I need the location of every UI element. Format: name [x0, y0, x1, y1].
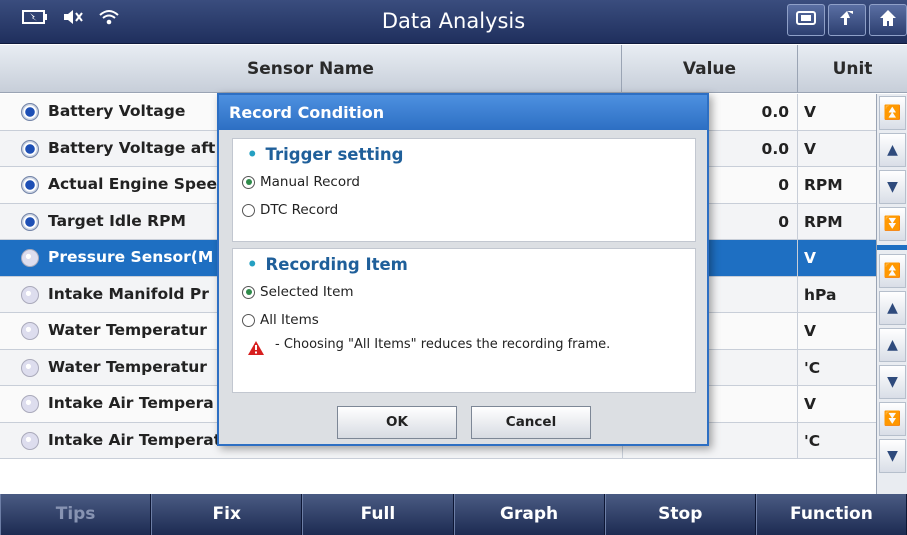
sensor-unit: V — [804, 322, 816, 340]
radio-icon[interactable] — [242, 203, 255, 217]
stop-button[interactable]: Stop — [604, 494, 756, 535]
scroll-down-button[interactable]: ▼ — [879, 170, 906, 204]
chevron-down-icon: ▼ — [887, 448, 898, 464]
radio-icon[interactable] — [21, 139, 39, 158]
dtc-record-option[interactable]: DTC Record — [242, 202, 338, 218]
double-chevron-up-icon: ⏫ — [883, 105, 902, 121]
scroll-up-button-2[interactable]: ▲ — [879, 291, 906, 325]
radio-icon[interactable] — [242, 175, 255, 189]
home-icon — [878, 8, 898, 32]
sensor-unit: V — [804, 249, 816, 267]
chevron-up-icon: ▲ — [887, 300, 898, 316]
sensor-name: Target Idle RPM — [48, 211, 186, 230]
sensor-unit: hPa — [804, 285, 837, 304]
bottom-toolbar: Tips Fix Full Graph Stop Function — [0, 494, 907, 535]
recording-item-heading: • Recording Item — [247, 255, 408, 274]
sensor-unit: V — [804, 139, 816, 158]
record-condition-dialog: Record Condition • Trigger setting Manual… — [217, 93, 709, 446]
scroll-down-button-2[interactable]: ▼ — [879, 365, 906, 399]
double-chevron-up-icon: ⏫ — [883, 263, 902, 279]
manual-record-option[interactable]: Manual Record — [242, 174, 360, 190]
screenshot-button[interactable] — [787, 4, 825, 36]
home-button[interactable] — [869, 4, 907, 36]
chevron-up-icon: ▲ — [887, 337, 898, 353]
bullet-icon: • — [247, 255, 258, 274]
chevron-up-icon: ▲ — [887, 142, 898, 158]
sensor-name: Battery Voltage — [48, 102, 186, 120]
radio-icon[interactable] — [21, 322, 39, 340]
radio-icon[interactable] — [21, 395, 39, 413]
fix-button[interactable]: Fix — [151, 494, 303, 535]
full-button[interactable]: Full — [302, 494, 454, 535]
sensor-unit: V — [804, 103, 816, 121]
radio-icon[interactable] — [242, 313, 255, 327]
sensor-name: Intake Manifold Pr — [48, 284, 209, 303]
selected-item-option[interactable]: Selected Item — [242, 284, 354, 300]
scroll-bottom-button[interactable]: ⏬ — [879, 207, 906, 241]
double-chevron-down-icon: ⏬ — [883, 411, 902, 427]
trigger-setting-panel: • Trigger setting Manual Record DTC Recor… — [232, 138, 696, 242]
screenshot-icon — [795, 9, 817, 31]
column-header-value: Value — [622, 45, 798, 93]
sensor-name: Water Temperatur — [48, 321, 207, 339]
recording-item-panel: • Recording Item Selected Item All Items … — [232, 248, 696, 393]
radio-icon[interactable] — [21, 249, 39, 267]
trigger-setting-heading: • Trigger setting — [247, 145, 404, 164]
radio-icon[interactable] — [21, 285, 39, 304]
cancel-button[interactable]: Cancel — [471, 406, 591, 439]
sensor-name: Water Temperatur — [48, 357, 207, 376]
radio-icon[interactable] — [21, 431, 39, 450]
column-header-unit: Unit — [832, 59, 873, 79]
sensor-name: Battery Voltage aft — [48, 138, 216, 157]
sensor-name: Actual Engine Spee — [48, 175, 218, 193]
scroll-bottom-button-2[interactable]: ⏬ — [879, 402, 906, 436]
bullet-icon: • — [247, 145, 258, 164]
scroll-down-button-3[interactable]: ▼ — [879, 439, 906, 473]
radio-icon[interactable] — [21, 358, 39, 377]
back-icon — [837, 8, 857, 32]
column-header-sensor-name: Sensor Name — [0, 45, 622, 93]
tips-button[interactable]: Tips — [0, 494, 152, 535]
sensor-unit: RPM — [804, 212, 843, 231]
sensor-unit: V — [804, 395, 816, 413]
sensor-unit: RPM — [804, 176, 843, 194]
scrollbar[interactable]: ⏫ ▲ ▼ ⏬ ⏫ ▲ ▲ ▼ ⏬ ▼ — [876, 94, 907, 494]
sensor-name: Intake Air Tempera — [48, 394, 214, 412]
all-items-option[interactable]: All Items — [242, 312, 319, 328]
radio-icon[interactable] — [21, 212, 39, 231]
scroll-divider — [877, 245, 907, 250]
warning-icon — [248, 341, 264, 355]
graph-button[interactable]: Graph — [453, 494, 605, 535]
back-button[interactable] — [828, 4, 866, 36]
page-title: Data Analysis — [381, 9, 526, 33]
ok-button[interactable]: OK — [337, 406, 457, 439]
table-header: Sensor Name Value Unit — [0, 45, 907, 93]
chevron-down-icon: ▼ — [887, 179, 898, 195]
sensor-name: Pressure Sensor(M — [48, 248, 214, 266]
chevron-down-icon: ▼ — [887, 374, 898, 390]
radio-icon[interactable] — [242, 285, 255, 299]
title-bar: Data Analysis — [0, 0, 907, 44]
scroll-top-button-2[interactable]: ⏫ — [879, 254, 906, 288]
scroll-up-button[interactable]: ▲ — [879, 133, 906, 167]
radio-icon[interactable] — [21, 103, 39, 121]
sensor-unit: 'C — [804, 358, 821, 377]
warning-text: - Choosing "All Items" reduces the recor… — [275, 337, 611, 352]
scroll-top-button[interactable]: ⏫ — [879, 96, 906, 130]
radio-icon[interactable] — [21, 176, 39, 194]
double-chevron-down-icon: ⏬ — [883, 216, 902, 232]
function-button[interactable]: Function — [755, 494, 907, 535]
dialog-title: Record Condition — [219, 95, 707, 130]
sensor-unit: 'C — [804, 431, 821, 450]
scroll-up-button-3[interactable]: ▲ — [879, 328, 906, 362]
